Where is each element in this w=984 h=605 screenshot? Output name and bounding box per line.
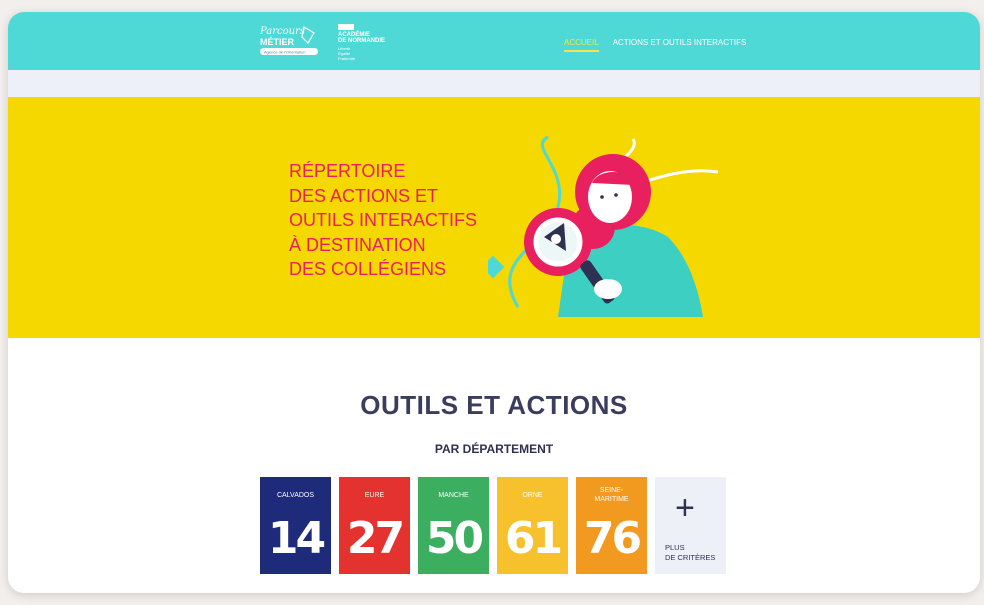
sub-header-bar: [8, 70, 980, 97]
girl-magnifier-illustration: [481, 127, 728, 317]
diamond-shape: [481, 255, 505, 279]
department-name: MANCHE: [438, 492, 469, 499]
department-number: 27: [346, 513, 405, 564]
nav-actions-outils[interactable]: ACTIONS ET OUTILS INTERACTIFS: [613, 38, 747, 52]
department-name: SEINE- MARITIME: [594, 487, 629, 503]
logo-tagline: Agence de l'Orientation: [264, 50, 305, 55]
department-number: 14: [267, 513, 326, 564]
site-header: Parcours MÉTIER Agence de l'Orientation …: [8, 12, 980, 70]
department-tiles: CALVADOS 14 EURE 27 MANCHE 50 ORNE 61 SE…: [260, 477, 726, 574]
department-tile-calvados[interactable]: CALVADOS 14: [260, 477, 331, 574]
parcours-metier-logo[interactable]: Parcours MÉTIER Agence de l'Orientation: [258, 23, 322, 59]
department-number: 50: [425, 513, 484, 564]
republique-flag-icon: [338, 24, 354, 30]
department-name: CALVADOS: [276, 492, 315, 499]
more-criteria-button[interactable]: + PLUS DE CRITÈRES: [655, 477, 726, 574]
department-tile-orne[interactable]: ORNE 61: [497, 477, 568, 574]
plus-icon: +: [675, 489, 695, 527]
section-title: OUTILS ET ACTIONS: [360, 390, 628, 420]
republique-motto: Liberté Égalité Fraternité: [338, 46, 356, 61]
hero-title-line: RÉPERTOIRE: [289, 161, 406, 181]
main-nav: ACCUEIL ACTIONS ET OUTILS INTERACTIFS: [564, 38, 746, 52]
department-name: EURE: [364, 492, 385, 499]
hero-title-line: OUTILS INTERACTIFS: [289, 210, 478, 230]
section-subtitle: PAR DÉPARTEMENT: [434, 442, 554, 456]
department-name: ORNE: [522, 492, 543, 499]
academie-line2: DE NORMANDIE: [338, 38, 386, 44]
department-number: 76: [583, 513, 642, 564]
department-tile-eure[interactable]: EURE 27: [339, 477, 410, 574]
hero-title-line: DES COLLÉGIENS: [289, 259, 447, 279]
hero-title-line: DES ACTIONS ET: [289, 185, 439, 206]
hero-banner: RÉPERTOIRE DES ACTIONS ET OUTILS INTERAC…: [8, 97, 980, 338]
hero-title-line: À DESTINATION: [289, 234, 426, 255]
academie-normandie-logo[interactable]: ACADÉMIE DE NORMANDIE Liberté Égalité Fr…: [338, 24, 385, 61]
department-tile-manche[interactable]: MANCHE 50: [418, 477, 489, 574]
department-number: 61: [504, 513, 563, 564]
nav-accueil[interactable]: ACCUEIL: [564, 38, 599, 52]
more-criteria-label: PLUS DE CRITÈRES: [665, 543, 716, 562]
browser-viewport: Parcours MÉTIER Agence de l'Orientation …: [8, 12, 980, 593]
hero-title: RÉPERTOIRE DES ACTIONS ET OUTILS INTERAC…: [289, 159, 509, 282]
department-tile-seine-maritime[interactable]: SEINE- MARITIME 76: [576, 477, 647, 574]
logo-word-metier: MÉTIER: [260, 37, 295, 47]
logo-word-parcours: Parcours: [259, 26, 305, 37]
